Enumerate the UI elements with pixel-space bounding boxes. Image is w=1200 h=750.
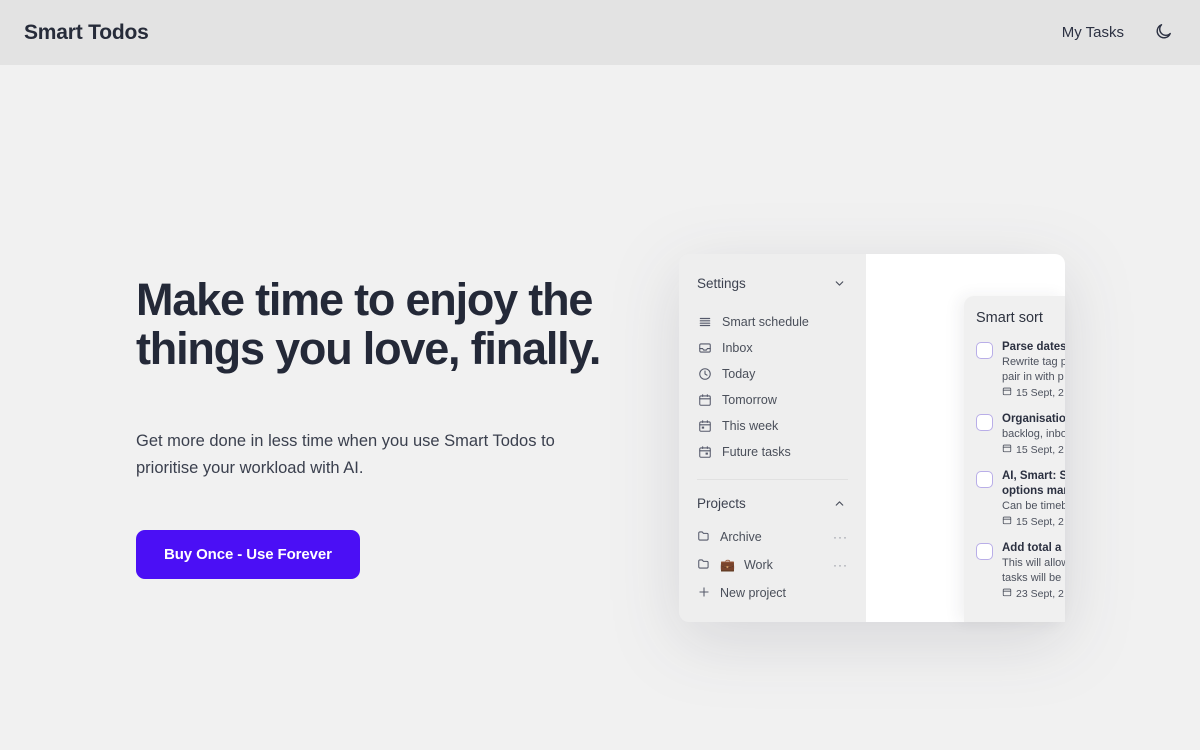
sidebar-nav-list: Smart schedule Inbox Today Tomorrow This… [679,309,866,465]
project-menu-icon[interactable]: ··· [833,558,848,572]
brand-logo: Smart Todos [24,20,149,44]
list-lines-icon [697,315,712,330]
project-menu-icon[interactable]: ··· [833,530,848,544]
hero-title-line-1: Make time to enjoy the [136,274,593,325]
task-due-date: 15 Sept, 2 [1002,386,1065,401]
sidebar-item-this-week[interactable]: This week [679,413,866,439]
project-label: Work [743,558,773,572]
task-content: Add total a This will allow tasks will b… [1002,541,1065,602]
task-checkbox[interactable] [976,471,993,488]
task-description: This will allow [1002,557,1065,569]
calendar-icon [1002,587,1012,602]
site-header: Smart Todos My Tasks [0,0,1200,65]
sidebar-item-inbox[interactable]: Inbox [679,335,866,361]
sidebar-item-label: Smart schedule [722,315,809,329]
smart-sort-title: Smart sort [976,310,1043,326]
task-content: Organisatio backlog, inbo 15 Sept, 2 [1002,412,1065,458]
task-date-text: 15 Sept, 2 [1016,444,1064,456]
new-project-label: New project [720,586,786,600]
sidebar-item-smart-schedule[interactable]: Smart schedule [679,309,866,335]
task-content: Parse dates Rewrite tag p pair in with p… [1002,340,1065,401]
sidebar-divider [697,479,848,480]
sidebar-section-projects[interactable]: Projects [679,490,866,517]
task-item[interactable]: AI, Smart: S options man Can be timeb 15… [976,469,1065,530]
chevron-down-icon[interactable] [833,277,846,290]
smart-sort-card: Smart sort Parse dates Rewrite tag p pai… [964,296,1065,622]
sidebar-item-label: Tomorrow [722,393,777,407]
buy-now-button[interactable]: Buy Once - Use Forever [136,530,360,579]
plus-icon [697,585,711,602]
project-item-work[interactable]: 💼 Work ··· [679,551,866,579]
sidebar-item-label: Future tasks [722,445,791,459]
task-due-date: 15 Sept, 2 [1002,515,1065,530]
project-item-archive[interactable]: Archive ··· [679,523,866,551]
sidebar-section-settings[interactable]: Settings [679,270,866,297]
moon-icon [1154,22,1173,44]
hero-title-line-2: things you love, finally. [136,323,601,374]
task-item[interactable]: Add total a This will allow tasks will b… [976,541,1065,602]
task-item[interactable]: Parse dates Rewrite tag p pair in with p… [976,340,1065,401]
mockup-sidebar: Settings Smart schedule Inbox Today Tomo… [679,254,866,622]
task-title: Parse dates [1002,341,1065,353]
inbox-tray-icon [697,341,712,356]
nav-link-my-tasks[interactable]: My Tasks [1062,24,1124,41]
task-title: AI, Smart: S [1002,470,1065,482]
task-description: Can be timeb [1002,500,1065,512]
task-description: pair in with p [1002,371,1064,383]
task-checkbox[interactable] [976,342,993,359]
task-title: Organisatio [1002,413,1065,425]
calendar-icon [1002,515,1012,530]
sidebar-item-label: Inbox [722,341,753,355]
sidebar-item-tomorrow[interactable]: Tomorrow [679,387,866,413]
sidebar-item-label: Today [722,367,756,381]
calendar-icon [1002,443,1012,458]
task-description: backlog, inbo [1002,428,1065,440]
sidebar-item-label: This week [722,419,779,433]
settings-label: Settings [697,276,746,291]
projects-label: Projects [697,496,746,511]
task-due-date: 23 Sept, 2 [1002,587,1065,602]
task-date-text: 15 Sept, 2 [1016,516,1064,528]
calendar-icon [697,393,712,408]
sidebar-item-today[interactable]: Today [679,361,866,387]
header-actions: My Tasks [1062,20,1176,46]
task-title-line-2: options man [1002,485,1065,497]
task-checkbox[interactable] [976,543,993,560]
project-label: Archive [720,530,762,544]
projects-list: Archive ··· 💼 Work ··· New project [679,523,866,607]
calendar-week-icon [697,419,712,434]
page-title: Make time to enjoy the things you love, … [136,275,656,373]
chevron-up-icon[interactable] [833,497,846,510]
new-project-button[interactable]: New project [679,579,866,607]
task-date-text: 15 Sept, 2 [1016,387,1064,399]
folder-icon [697,557,711,574]
theme-toggle-button[interactable] [1150,20,1176,46]
sidebar-item-future-tasks[interactable]: Future tasks [679,439,866,465]
task-description: Rewrite tag p [1002,356,1065,368]
task-title: Add total a [1002,542,1062,554]
folder-icon [697,529,711,546]
briefcase-icon: 💼 [720,558,735,572]
task-date-text: 23 Sept, 2 [1016,588,1064,600]
calendar-future-icon [697,445,712,460]
task-checkbox[interactable] [976,414,993,431]
hero-section: Make time to enjoy the things you love, … [136,275,656,579]
calendar-icon [1002,386,1012,401]
task-description: tasks will be [1002,572,1062,584]
hero-subtitle: Get more done in less time when you use … [136,432,555,477]
task-content: AI, Smart: S options man Can be timeb 15… [1002,469,1065,530]
task-due-date: 15 Sept, 2 [1002,443,1065,458]
clock-icon [697,367,712,382]
task-item[interactable]: Organisatio backlog, inbo 15 Sept, 2 [976,412,1065,458]
